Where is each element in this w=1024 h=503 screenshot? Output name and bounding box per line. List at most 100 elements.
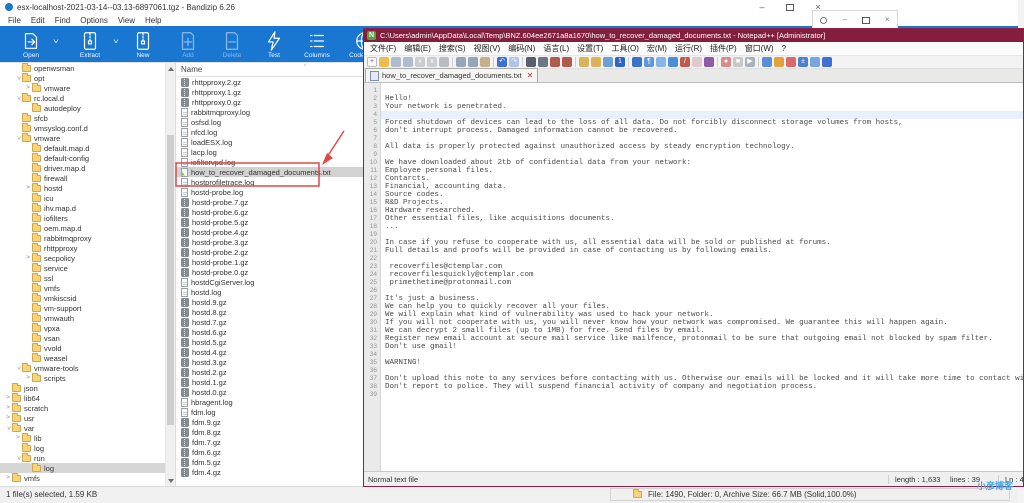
redo-icon[interactable]: ↷ xyxy=(509,57,519,67)
editor-line-32[interactable]: Register new email account at secure mai… xyxy=(381,335,1023,343)
edit-marker-icon[interactable]: / xyxy=(680,57,690,67)
expander-open-icon[interactable]: > xyxy=(14,134,22,142)
bandizip-menu-file[interactable]: File xyxy=(3,16,26,25)
expander-open-icon[interactable]: > xyxy=(14,94,22,102)
columns-button[interactable]: Columns xyxy=(294,26,340,62)
editor-line-12[interactable]: Contarcts. xyxy=(381,175,1023,183)
editor-line-38[interactable]: Don't report to police. They will suspen… xyxy=(381,383,1023,391)
editor-area[interactable]: 1234567891011121314151617181920212223242… xyxy=(364,83,1023,472)
notepad-menu-item-7[interactable]: 工具(O) xyxy=(607,43,643,54)
plugin-f-icon[interactable] xyxy=(822,57,832,67)
tree-item-lib[interactable]: >lib xyxy=(0,433,175,443)
editor-line-5[interactable]: Forced shutdown of devices can lead to t… xyxy=(381,119,1023,127)
tree-item-vpxa[interactable]: vpxa xyxy=(0,323,175,333)
expander-open-icon[interactable]: > xyxy=(4,424,12,432)
notepad-menu-item-9[interactable]: 运行(R) xyxy=(671,43,706,54)
tree-item-vsan[interactable]: vsan xyxy=(0,333,175,343)
faded-tool-icon[interactable] xyxy=(692,57,702,67)
notepad-menu-item-11[interactable]: 窗口(W) xyxy=(741,43,778,54)
expander-open-icon[interactable]: > xyxy=(14,454,22,462)
editor-line-14[interactable]: Source codes. xyxy=(381,191,1023,199)
notepad-menu-item-12[interactable]: ? xyxy=(778,44,790,53)
editor-line-17[interactable]: Other essential files, like acquisitions… xyxy=(381,215,1023,223)
tree-item-ihv.map.d[interactable]: ihv.map.d xyxy=(0,203,175,213)
tree-item-secpolicy[interactable]: >secpolicy xyxy=(0,253,175,263)
notepad-menu-item-8[interactable]: 宏(M) xyxy=(643,43,671,54)
bandizip-menu-options[interactable]: Options xyxy=(75,16,113,25)
tree-item-run[interactable]: >run xyxy=(0,453,175,463)
tree-item-autodeploy[interactable]: autodeploy xyxy=(0,103,175,113)
editor-line-34[interactable] xyxy=(381,351,1023,359)
tree-item-vmware[interactable]: >vmware xyxy=(0,133,175,143)
editor-line-15[interactable]: R&D Projects. xyxy=(381,199,1023,207)
tree-item-iofilters[interactable]: iofilters xyxy=(0,213,175,223)
tree-item-log[interactable]: log xyxy=(0,443,175,453)
test-button[interactable]: Test xyxy=(254,26,294,62)
tree-item-vmkiscsid[interactable]: vmkiscsid xyxy=(0,293,175,303)
editor-line-30[interactable]: If you will not cooperate with us, you w… xyxy=(381,319,1023,327)
expander-closed-icon[interactable]: > xyxy=(24,84,32,92)
tab-close-icon[interactable]: ✕ xyxy=(527,72,534,80)
copy-icon[interactable] xyxy=(468,57,478,67)
zoom-in-icon[interactable] xyxy=(579,57,589,67)
scroll-down-icon[interactable] xyxy=(168,479,174,483)
editor-line-1[interactable] xyxy=(381,87,1023,95)
expander-closed-icon[interactable]: > xyxy=(24,254,32,262)
tree-item-hostd[interactable]: >hostd xyxy=(0,183,175,193)
editor-line-37[interactable]: Don't upload this note to any services b… xyxy=(381,375,1023,383)
close-icon[interactable]: x xyxy=(415,57,425,67)
bandizip-menu-view[interactable]: View xyxy=(113,16,140,25)
find-next-icon[interactable] xyxy=(562,57,572,67)
editor-line-9[interactable] xyxy=(381,151,1023,159)
expander-open-icon[interactable]: > xyxy=(14,364,22,372)
expander-closed-icon[interactable]: > xyxy=(4,394,12,402)
tree-item-json[interactable]: json xyxy=(0,383,175,393)
tree-item-sfcb[interactable]: sfcb xyxy=(0,113,175,123)
notepad-menu-item-4[interactable]: 编码(N) xyxy=(504,43,539,54)
print-icon[interactable] xyxy=(439,57,449,67)
notepad-menu-item-5[interactable]: 语言(L) xyxy=(539,43,573,54)
tree-item-default-config[interactable]: default-config xyxy=(0,153,175,163)
tree-item-vmware[interactable]: >vmware xyxy=(0,83,175,93)
tab-how-to-recover[interactable]: how_to_recover_damaged_documents.txt ✕ xyxy=(365,68,538,82)
editor-line-3[interactable]: Your network is penetrated. xyxy=(381,103,1023,111)
tree-item-vmware-tools[interactable]: >vmware-tools xyxy=(0,363,175,373)
chevron-down-icon[interactable]: ˅ xyxy=(113,39,119,46)
tree-scrollbar[interactable] xyxy=(165,63,175,487)
minimize-button[interactable]: – xyxy=(748,0,776,14)
extract-button[interactable]: Extract˅ xyxy=(60,26,120,62)
editor-line-19[interactable] xyxy=(381,231,1023,239)
find-in-files-icon[interactable] xyxy=(538,57,548,67)
editor-text[interactable]: Hello!Your network is penetrated. Forced… xyxy=(381,83,1023,472)
open-folder-icon[interactable] xyxy=(379,57,389,67)
editor-line-2[interactable]: Hello! xyxy=(381,95,1023,103)
editor-line-33[interactable]: Don't use gmail! xyxy=(381,343,1023,351)
macro-record-icon[interactable]: ● xyxy=(721,57,731,67)
editor-line-16[interactable]: Hardware researched. xyxy=(381,207,1023,215)
editor-line-31[interactable]: We can decrypt 2 small files (up to 1MB)… xyxy=(381,327,1023,335)
expander-closed-icon[interactable]: > xyxy=(4,404,12,412)
bandizip-menu-help[interactable]: Help xyxy=(140,16,166,25)
editor-line-39[interactable] xyxy=(381,391,1023,399)
tree-item-vmfs[interactable]: vmfs xyxy=(0,283,175,293)
tree-item-ssl[interactable]: ssl xyxy=(0,273,175,283)
tree-item-vmwauth[interactable]: vmwauth xyxy=(0,313,175,323)
editor-line-28[interactable]: We can help you to quickly recover all y… xyxy=(381,303,1023,311)
tree-item-firewall[interactable]: firewall xyxy=(0,173,175,183)
close-icon[interactable]: × xyxy=(885,16,890,24)
tree-item-rhttpproxy[interactable]: rhttpproxy xyxy=(0,243,175,253)
tree-item-vm-support[interactable]: vm-support xyxy=(0,303,175,313)
save-icon[interactable] xyxy=(391,57,401,67)
expander-closed-icon[interactable]: > xyxy=(14,434,22,442)
tree-item-scripts[interactable]: >scripts xyxy=(0,373,175,383)
editor-line-21[interactable]: Full details and proofs will be provided… xyxy=(381,247,1023,255)
maximize-button[interactable] xyxy=(776,0,804,14)
maximize-icon[interactable] xyxy=(862,17,870,24)
paste-icon[interactable] xyxy=(480,57,490,67)
tree-item-default.map.d[interactable]: default.map.d xyxy=(0,143,175,153)
editor-line-23[interactable]: recoverfiles@ctemplar.com xyxy=(381,263,1023,271)
tree-item-log[interactable]: log xyxy=(0,463,175,473)
editor-line-35[interactable]: WARNING! xyxy=(381,359,1023,367)
expander-closed-icon[interactable]: > xyxy=(24,184,32,192)
find-icon[interactable] xyxy=(526,57,536,67)
